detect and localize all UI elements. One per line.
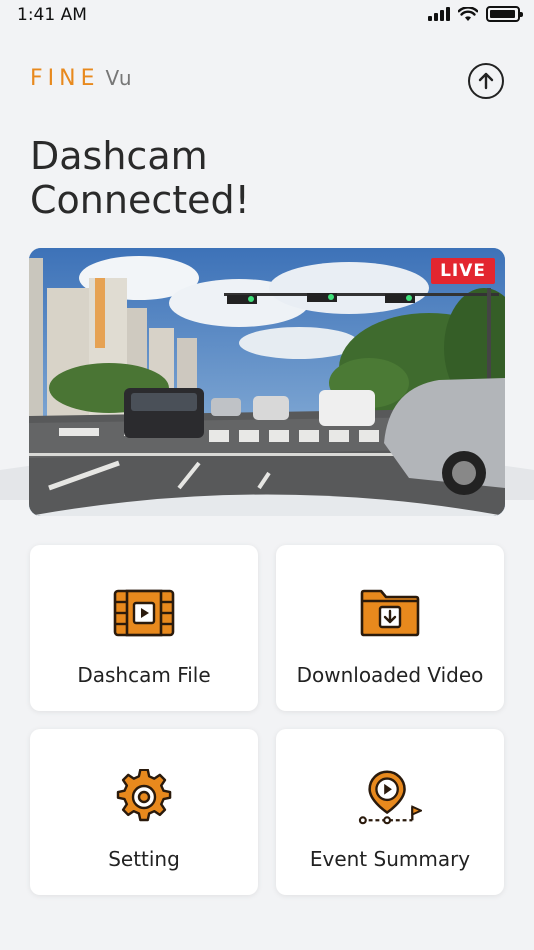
dashcam-feed-image	[29, 248, 505, 516]
gear-icon	[112, 769, 176, 825]
arrow-up-icon	[478, 72, 494, 90]
status-bar: 1:41 AM	[0, 0, 534, 34]
downloaded-video-label: Downloaded Video	[296, 663, 484, 687]
finevu-logo: FINE Vu	[30, 66, 133, 91]
page-title: Dashcam Connected!	[30, 134, 490, 222]
live-badge: LIVE	[431, 258, 495, 284]
wifi-icon	[458, 6, 478, 21]
dashcam-file-card[interactable]: Dashcam File	[30, 545, 258, 711]
battery-fill	[490, 10, 515, 18]
setting-label: Setting	[108, 847, 180, 871]
event-pin-icon	[358, 769, 422, 825]
battery-icon	[486, 6, 523, 22]
event-summary-label: Event Summary	[309, 847, 471, 871]
upload-button[interactable]	[468, 63, 504, 99]
dashcam-file-label: Dashcam File	[77, 663, 211, 687]
folder-download-icon	[358, 585, 422, 641]
title-line-1: Dashcam	[30, 134, 208, 178]
logo-vu: Vu	[105, 66, 133, 90]
status-time: 1:41 AM	[17, 5, 87, 25]
signal-icon	[428, 7, 450, 21]
logo-fine: FINE	[30, 66, 100, 91]
status-icons	[428, 6, 523, 22]
downloaded-video-card[interactable]: Downloaded Video	[276, 545, 504, 711]
live-preview[interactable]: LIVE	[29, 248, 505, 516]
setting-card[interactable]: Setting	[30, 729, 258, 895]
film-play-icon	[112, 585, 176, 641]
title-line-2: Connected!	[30, 178, 250, 222]
event-summary-card[interactable]: Event Summary	[276, 729, 504, 895]
